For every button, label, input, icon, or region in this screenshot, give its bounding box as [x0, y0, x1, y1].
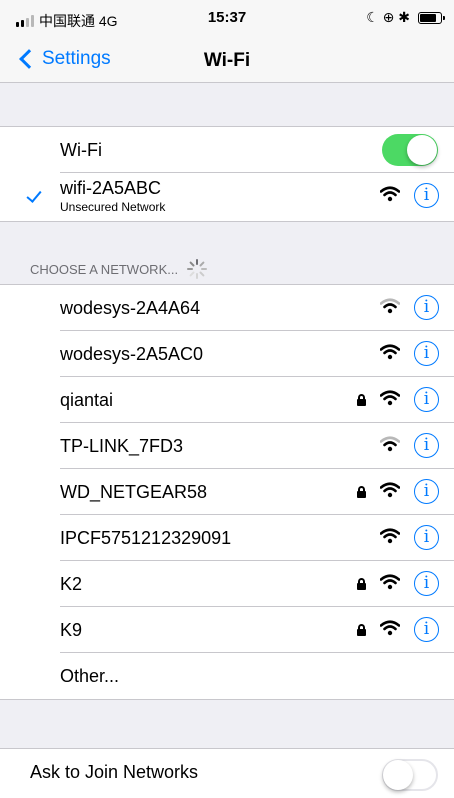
lock-icon: [357, 486, 366, 498]
network-row[interactable]: wodesys-2A5AC0 i: [0, 331, 454, 377]
page-title: Wi-Fi: [203, 50, 251, 71]
network-row[interactable]: TP-LINK_7FD3 i: [0, 423, 454, 469]
lock-icon: [357, 394, 366, 406]
network-row[interactable]: wodesys-2A4A64 i: [0, 285, 454, 331]
status-right: ☾ ⊕ ✱: [366, 9, 445, 26]
network-name: K2: [60, 574, 83, 594]
info-button[interactable]: i: [414, 617, 439, 642]
network-name: IPCF5751212329091: [60, 528, 232, 548]
ask-join-toggle[interactable]: [382, 759, 438, 791]
wifi-signal-icon: [380, 186, 400, 202]
wifi-signal-icon: [380, 528, 400, 544]
network-row[interactable]: K2 i: [0, 561, 454, 607]
wifi-group: Wi-Fi wifi-2A5ABC Unsecured Network i: [0, 126, 454, 222]
info-button[interactable]: i: [414, 479, 439, 504]
lock-icon: [357, 578, 366, 590]
choose-network-label: CHOOSE A NETWORK...: [30, 261, 179, 277]
info-button[interactable]: i: [414, 295, 439, 320]
connected-network-name: wifi-2A5ABC: [60, 178, 162, 198]
wifi-signal-icon: [380, 390, 400, 406]
info-button[interactable]: i: [414, 525, 439, 550]
network-row[interactable]: K9 i: [0, 607, 454, 653]
network-name: wodesys-2A4A64: [60, 298, 201, 318]
loading-spinner-icon: [187, 259, 208, 279]
info-button[interactable]: i: [414, 341, 439, 366]
checkmark-icon: [26, 187, 42, 203]
wifi-signal-icon: [380, 482, 400, 498]
network-name: K9: [60, 620, 83, 640]
ask-join-label: Ask to Join Networks: [30, 762, 199, 782]
wifi-toggle[interactable]: [382, 134, 438, 166]
network-row[interactable]: qiantai i: [0, 377, 454, 423]
ask-join-row: Ask to Join Networks: [0, 749, 454, 798]
wifi-signal-icon: [380, 620, 400, 636]
lock-icon: [357, 624, 366, 636]
network-row[interactable]: IPCF5751212329091 i: [0, 515, 454, 561]
network-name: qiantai: [60, 390, 114, 410]
section-header: CHOOSE A NETWORK...: [30, 258, 208, 280]
other-label: Other...: [60, 666, 120, 686]
ask-join-group: Ask to Join Networks: [0, 748, 454, 798]
info-button[interactable]: i: [414, 571, 439, 596]
network-name: WD_NETGEAR58: [60, 482, 208, 502]
other-network-row[interactable]: Other...: [0, 653, 454, 699]
battery-icon: [418, 11, 445, 24]
wifi-signal-icon: [380, 574, 400, 590]
status-icons: ☾ ⊕ ✱: [366, 9, 410, 25]
wifi-toggle-row: Wi-Fi: [0, 127, 454, 173]
status-bar: 中国联通 4G 15:37 ☾ ⊕ ✱: [0, 0, 454, 40]
network-row[interactable]: WD_NETGEAR58 i: [0, 469, 454, 515]
connected-network-row[interactable]: wifi-2A5ABC Unsecured Network i: [0, 173, 454, 221]
info-button[interactable]: i: [414, 387, 439, 412]
connected-network-subtitle: Unsecured Network: [60, 200, 166, 214]
wifi-signal-icon: [380, 344, 400, 360]
network-list: wodesys-2A4A64 i wodesys-2A5AC0 i qianta…: [0, 284, 454, 700]
network-name: wodesys-2A5AC0: [60, 344, 204, 364]
nav-bar: Settings Wi-Fi: [0, 40, 454, 83]
info-button[interactable]: i: [414, 433, 439, 458]
network-name: TP-LINK_7FD3: [60, 436, 184, 456]
wifi-signal-icon: [380, 436, 400, 452]
info-button[interactable]: i: [414, 183, 439, 208]
wifi-toggle-label: Wi-Fi: [60, 140, 102, 160]
wifi-signal-icon: [380, 298, 400, 314]
